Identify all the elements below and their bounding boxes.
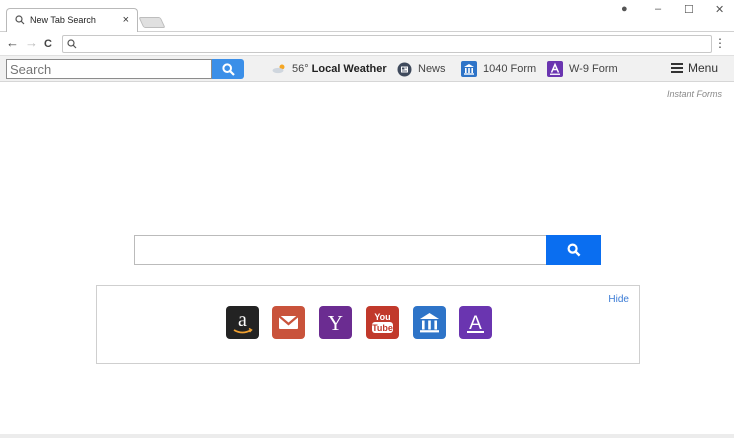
back-button[interactable]: ← bbox=[6, 36, 19, 50]
bank-icon bbox=[461, 61, 477, 77]
w9-form-label: W-9 Form bbox=[569, 63, 618, 75]
toolbar-search-input[interactable] bbox=[6, 59, 212, 79]
toolbar-search-button[interactable] bbox=[212, 59, 244, 79]
search-icon bbox=[221, 62, 235, 76]
browser-tab[interactable]: New Tab Search × bbox=[6, 8, 138, 33]
yahoo-letter: Y bbox=[328, 311, 343, 335]
search-icon bbox=[566, 243, 580, 257]
1040-form-link[interactable]: 1040 Form bbox=[461, 61, 536, 77]
address-bar[interactable] bbox=[62, 35, 712, 53]
minimize-button[interactable]: – bbox=[655, 3, 661, 15]
bank-icon[interactable] bbox=[413, 306, 446, 339]
address-toolbar: ← → C ⋮ bbox=[0, 32, 734, 56]
weather-label: Local Weather bbox=[311, 63, 387, 75]
w9-form-link[interactable]: W-9 Form bbox=[547, 61, 618, 77]
page-bottom-divider bbox=[0, 434, 734, 438]
form-letter: A bbox=[469, 313, 482, 334]
tab-title: New Tab Search bbox=[30, 15, 96, 25]
new-tab-button[interactable] bbox=[138, 17, 166, 28]
amazon-letter: a bbox=[238, 309, 247, 331]
1040-form-label: 1040 Form bbox=[483, 63, 537, 75]
weather-temp: 56° bbox=[292, 63, 309, 75]
news-label: News bbox=[418, 63, 446, 75]
local-weather-link[interactable]: 56° Local Weather bbox=[272, 61, 387, 77]
browser-menu-icon[interactable]: ⋮ bbox=[714, 37, 726, 49]
tab-strip: New Tab Search × ● – ☐ ✕ bbox=[0, 0, 734, 33]
youtube-text-bottom: Tube bbox=[372, 323, 393, 333]
quick-links-panel: Hide a Y You Tube A bbox=[96, 285, 640, 364]
main-search-input[interactable] bbox=[134, 235, 546, 265]
reload-button[interactable]: C bbox=[44, 37, 52, 51]
tab-close-button[interactable]: × bbox=[123, 14, 129, 26]
news-link[interactable]: News bbox=[397, 61, 446, 77]
extension-toolbar: 56° Local Weather News 1040 bbox=[0, 56, 734, 82]
toolbar-menu-button[interactable]: Menu bbox=[670, 61, 718, 75]
hide-link[interactable]: Hide bbox=[608, 294, 629, 305]
hamburger-icon bbox=[670, 61, 683, 75]
news-icon bbox=[397, 62, 412, 77]
gmail-icon[interactable] bbox=[272, 306, 305, 339]
weather-icon bbox=[272, 64, 286, 74]
youtube-icon[interactable]: You Tube bbox=[366, 306, 399, 339]
yahoo-icon[interactable]: Y bbox=[319, 306, 352, 339]
close-window-button[interactable]: ✕ bbox=[715, 3, 724, 16]
menu-label: Menu bbox=[687, 61, 718, 75]
profile-icon[interactable]: ● bbox=[621, 3, 628, 15]
maximize-button[interactable]: ☐ bbox=[684, 3, 694, 16]
youtube-text-top: You bbox=[374, 312, 390, 322]
form-a-icon bbox=[547, 61, 563, 77]
forward-button[interactable]: → bbox=[25, 36, 38, 50]
main-search-button[interactable] bbox=[546, 235, 601, 265]
form-a-icon[interactable]: A bbox=[459, 306, 492, 339]
amazon-icon[interactable]: a bbox=[226, 306, 259, 339]
instant-forms-brand: Instant Forms bbox=[666, 89, 722, 99]
search-icon bbox=[67, 39, 77, 49]
search-icon bbox=[15, 15, 25, 25]
